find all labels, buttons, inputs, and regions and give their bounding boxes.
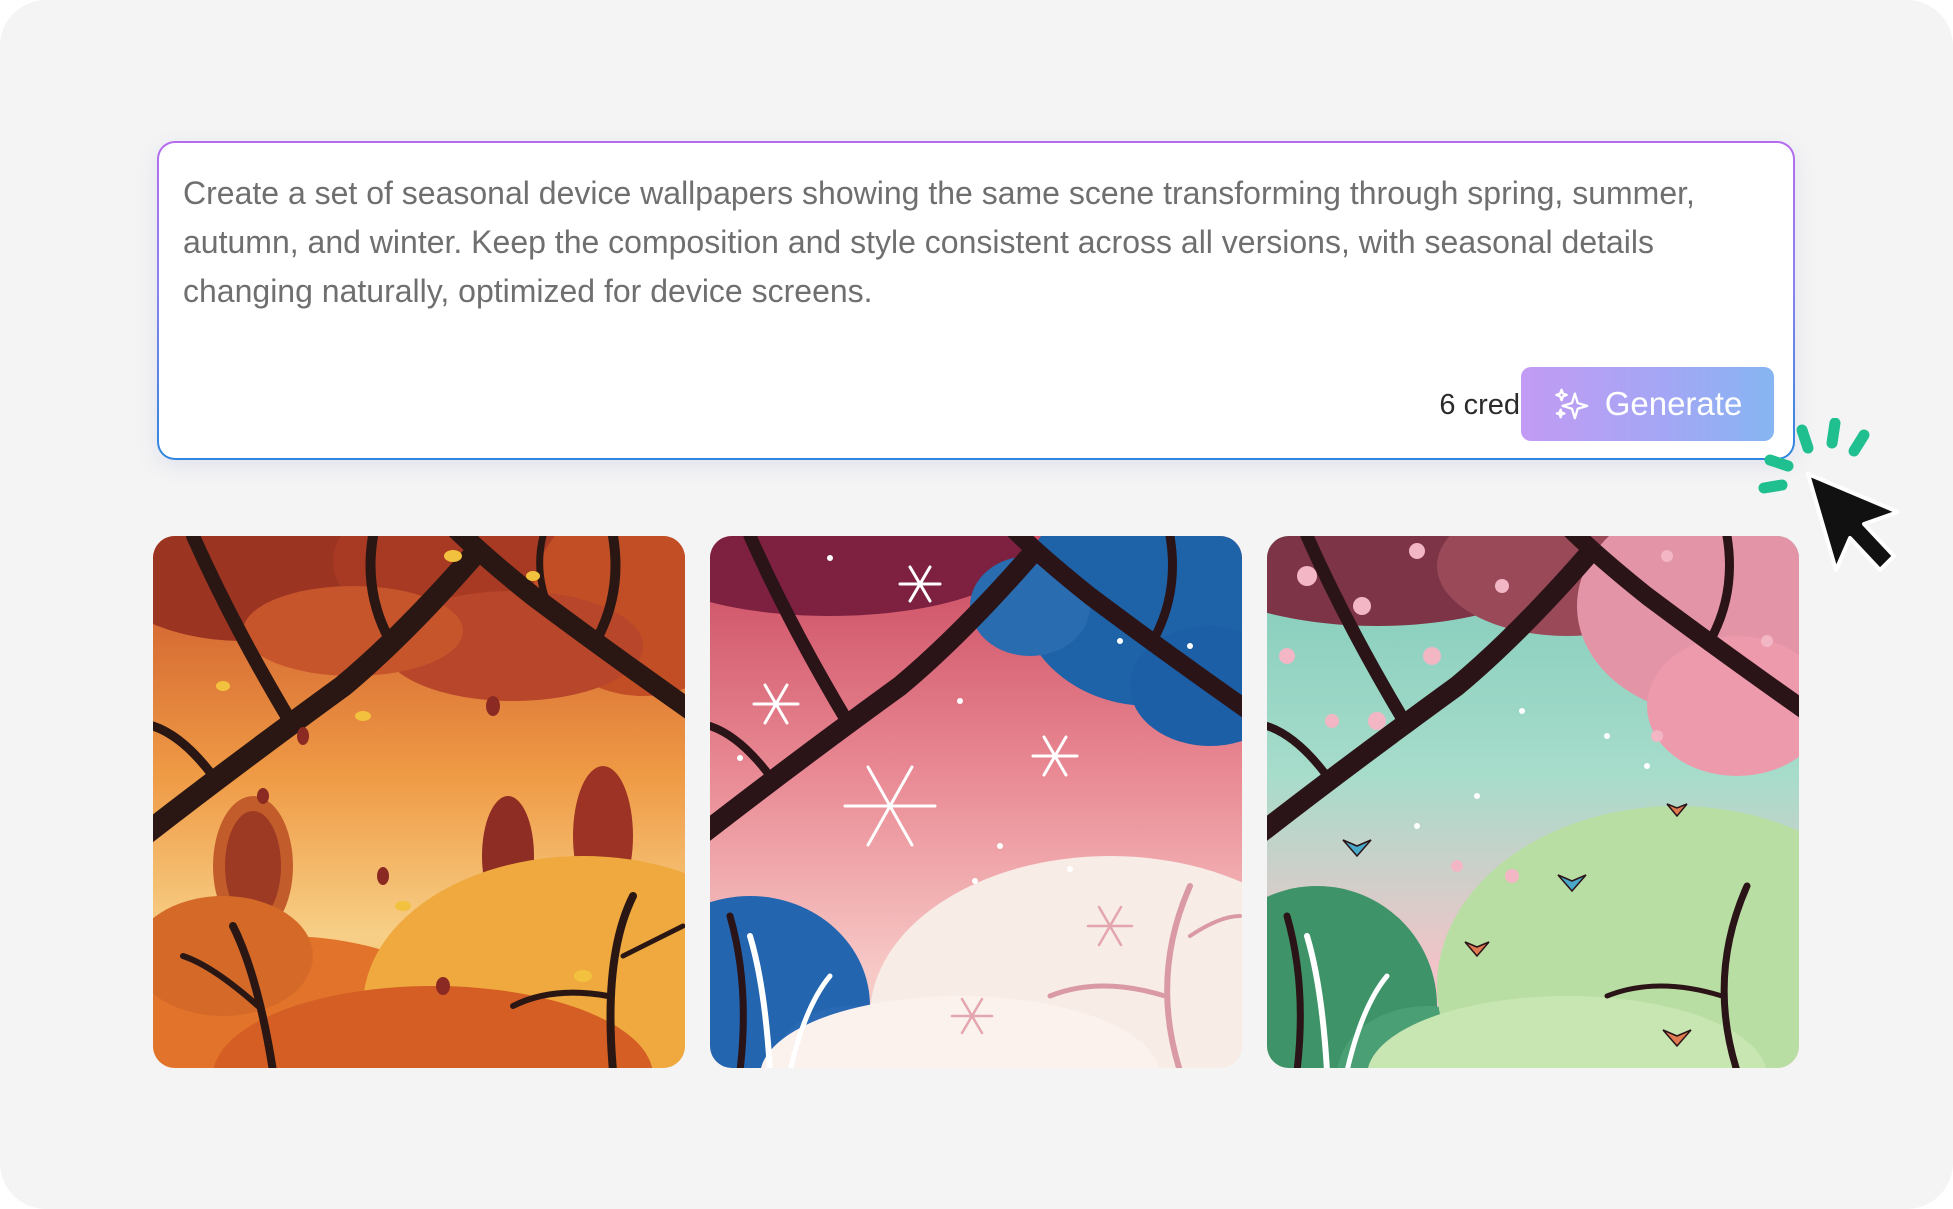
- canvas-background: Create a set of seasonal device wallpape…: [0, 0, 1953, 1209]
- sparkle-icon: [1554, 388, 1589, 420]
- mouse-cursor-icon: [1758, 418, 1900, 572]
- prompt-text[interactable]: Create a set of seasonal device wallpape…: [183, 169, 1753, 316]
- autumn-wallpaper: [153, 536, 685, 1068]
- wallpaper-thumbnail-spring[interactable]: [1267, 536, 1799, 1068]
- generate-button[interactable]: Generate: [1521, 367, 1774, 441]
- wallpaper-thumbnail-winter[interactable]: [710, 536, 1242, 1068]
- spring-wallpaper: [1267, 536, 1799, 1068]
- wallpaper-thumbnail-autumn[interactable]: [153, 536, 685, 1068]
- winter-wallpaper: [710, 536, 1242, 1068]
- prompt-card: Create a set of seasonal device wallpape…: [157, 141, 1795, 460]
- prompt-input-box[interactable]: Create a set of seasonal device wallpape…: [159, 143, 1793, 458]
- generate-button-label: Generate: [1604, 385, 1743, 422]
